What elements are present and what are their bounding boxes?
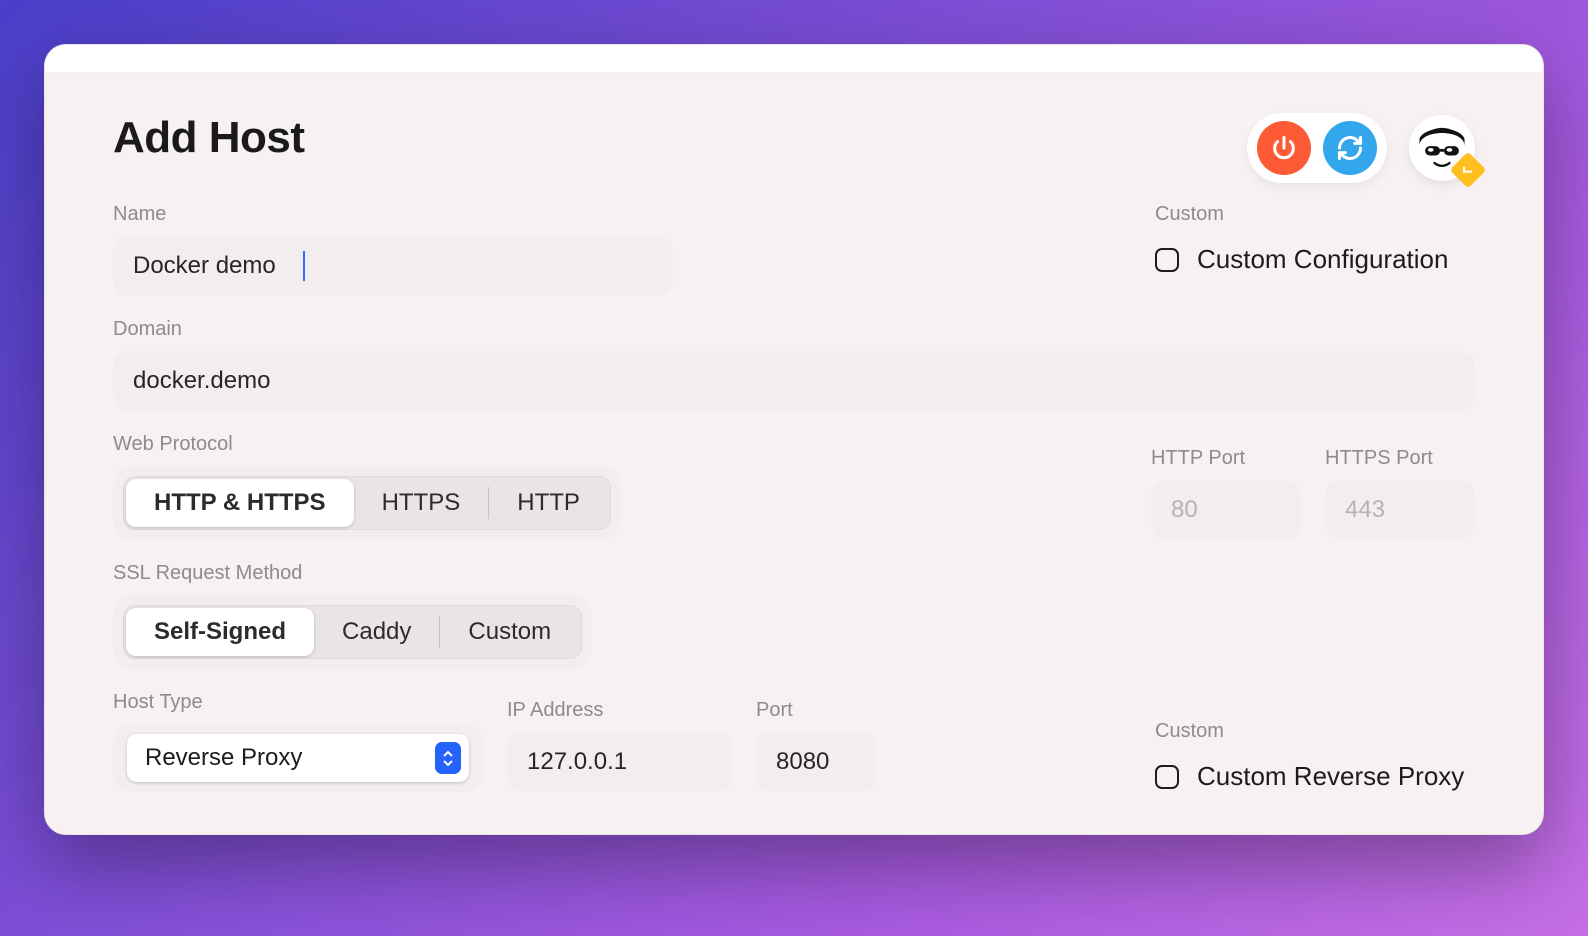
port-label: Port: [756, 699, 876, 722]
custom-reverse-proxy-label: Custom Reverse Proxy: [1197, 761, 1464, 792]
host-type-label: Host Type: [113, 691, 483, 714]
domain-input[interactable]: [113, 351, 1475, 411]
ip-input[interactable]: [507, 732, 732, 792]
https-port-label: HTTPS Port: [1325, 447, 1475, 470]
protocol-both[interactable]: HTTP & HTTPS: [126, 479, 354, 527]
avatar[interactable]: [1409, 115, 1475, 181]
https-port-input[interactable]: [1325, 480, 1475, 540]
web-protocol-label: Web Protocol: [113, 433, 621, 456]
text-cursor: [303, 251, 305, 281]
domain-label: Domain: [113, 318, 1475, 341]
chevrons-icon: [435, 742, 461, 774]
ssl-custom[interactable]: Custom: [440, 608, 579, 656]
page-title: Add Host: [113, 113, 305, 163]
custom-reverse-proxy-checkbox[interactable]: [1155, 765, 1179, 789]
protocol-https[interactable]: HTTPS: [354, 479, 489, 527]
ssl-self-signed[interactable]: Self-Signed: [126, 608, 314, 656]
power-button[interactable]: [1257, 121, 1311, 175]
custom-config-label: Custom Configuration: [1197, 244, 1448, 275]
name-input[interactable]: [113, 236, 673, 296]
ssl-caddy[interactable]: Caddy: [314, 608, 439, 656]
host-type-value: Reverse Proxy: [145, 744, 302, 772]
window-titlebar: [45, 45, 1543, 73]
window-content: Add Host: [45, 73, 1543, 834]
web-protocol-segment: HTTP & HTTPS HTTPS HTTP: [123, 476, 611, 530]
power-icon: [1270, 134, 1298, 162]
protocol-http[interactable]: HTTP: [489, 479, 608, 527]
custom-config-checkbox[interactable]: [1155, 248, 1179, 272]
add-host-window: Add Host: [44, 44, 1544, 835]
custom-bottom-label: Custom: [1155, 720, 1475, 743]
ssl-segment: Self-Signed Caddy Custom: [123, 605, 582, 659]
refresh-button[interactable]: [1323, 121, 1377, 175]
host-type-select[interactable]: Reverse Proxy: [127, 734, 469, 782]
ssl-label: SSL Request Method: [113, 562, 1475, 585]
ip-label: IP Address: [507, 699, 732, 722]
action-pill: [1247, 113, 1387, 183]
http-port-input[interactable]: [1151, 480, 1301, 540]
custom-top-label: Custom: [1155, 203, 1475, 226]
refresh-icon: [1336, 134, 1364, 162]
http-port-label: HTTP Port: [1151, 447, 1301, 470]
name-label: Name: [113, 203, 673, 226]
port-input[interactable]: [756, 732, 876, 792]
